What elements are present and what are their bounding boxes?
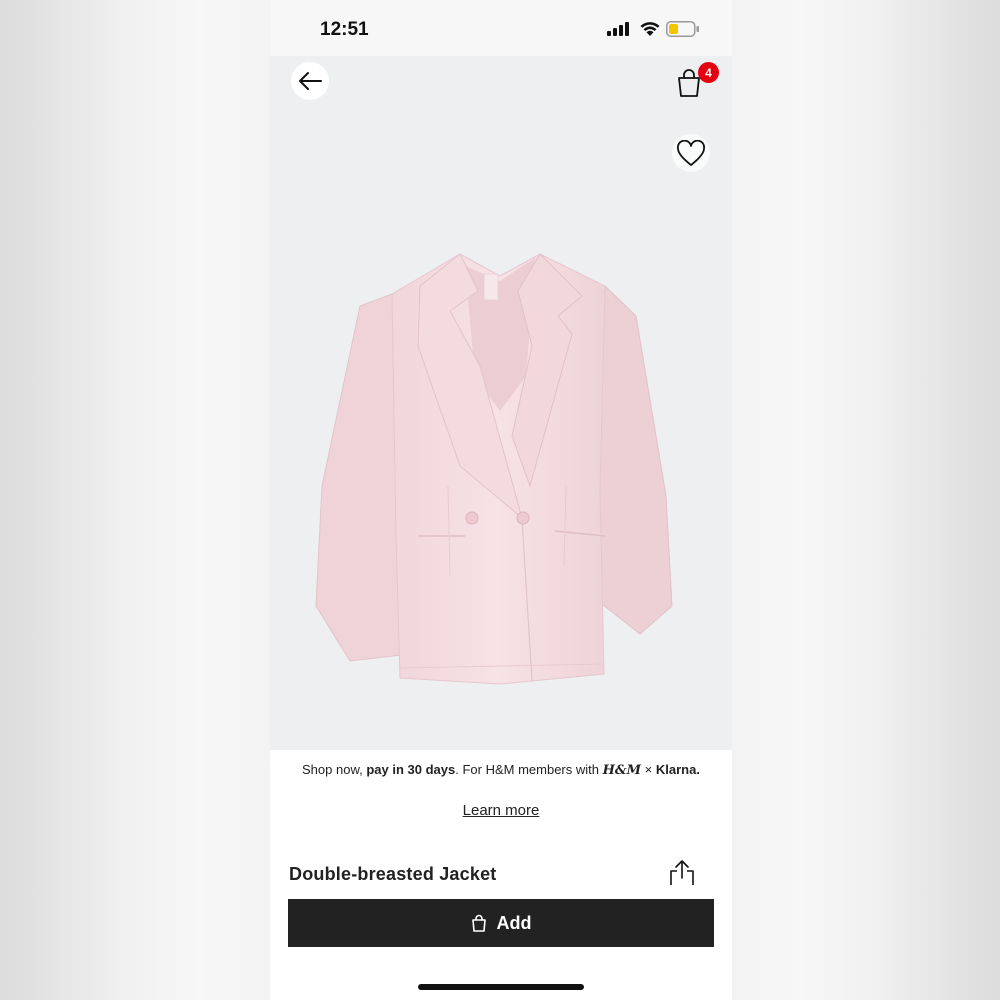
cart-count-badge: 4 — [698, 62, 719, 83]
product-title: Double-breasted Jacket — [289, 864, 497, 884]
learn-more-link[interactable]: Learn more — [270, 802, 732, 819]
status-bar: 12:51 — [270, 0, 732, 56]
add-button-label: Add — [496, 912, 532, 933]
klarna-pay-later: pay in 30 days — [366, 762, 456, 777]
shopping-bag-button[interactable]: 4 — [674, 62, 719, 100]
battery-icon — [666, 21, 699, 37]
back-button[interactable] — [291, 62, 329, 100]
klarna-logo: Klarna. — [655, 762, 700, 777]
wifi-icon — [640, 22, 660, 36]
share-icon — [670, 860, 694, 887]
klarna-text-prefix: Shop now, — [302, 762, 363, 777]
home-indicator[interactable] — [418, 984, 584, 990]
shopping-bag-icon — [471, 914, 486, 932]
favorite-button[interactable] — [672, 134, 710, 172]
heart-icon — [677, 139, 705, 166]
klarna-text-middle: . For H&M members with — [455, 762, 599, 777]
cellular-signal-icon — [607, 22, 629, 36]
phone-screen: 12:51 4 Shop now, pay in 30 days. For H&… — [270, 0, 732, 1000]
status-time: 12:51 — [320, 19, 369, 40]
jacket-product-image — [315, 253, 673, 685]
add-to-bag-bar: Add — [270, 885, 732, 1000]
product-image-gallery[interactable] — [270, 56, 732, 774]
hm-logo: H&M — [602, 763, 642, 778]
arrow-left-icon — [299, 72, 322, 90]
add-to-bag-button[interactable]: Add — [288, 899, 714, 947]
klarna-times: × — [644, 762, 653, 777]
klarna-payment-banner: Shop now, pay in 30 days. For H&M member… — [270, 762, 732, 778]
